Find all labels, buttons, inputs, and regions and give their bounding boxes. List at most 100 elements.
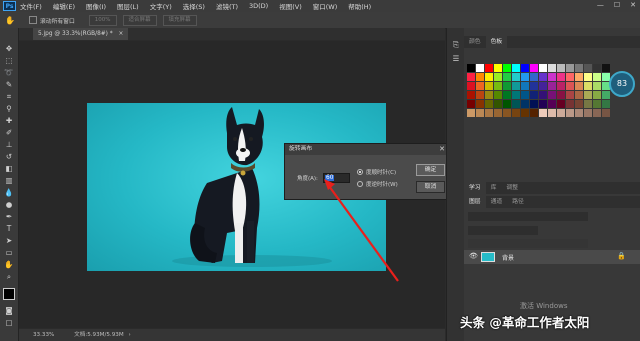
tab-adjustments[interactable]: 调整	[501, 182, 523, 194]
color-swatch[interactable]	[503, 109, 511, 117]
color-swatch[interactable]	[539, 109, 547, 117]
menu-item-file[interactable]: 文件(F)	[20, 1, 42, 11]
color-swatch[interactable]	[539, 82, 547, 90]
color-swatch[interactable]	[584, 100, 592, 108]
document-tab[interactable]: 5.jpg @ 33.3%(RGB/8#) * ×	[33, 28, 129, 40]
color-swatch[interactable]	[557, 91, 565, 99]
color-swatch[interactable]	[521, 91, 529, 99]
maximize-icon[interactable]: ☐	[614, 1, 620, 9]
color-swatch[interactable]	[467, 100, 475, 108]
menu-item-3d[interactable]: 3D(D)	[249, 2, 268, 10]
menu-item-select[interactable]: 选择(S)	[183, 1, 205, 11]
color-swatch[interactable]	[548, 73, 556, 81]
dialog-close-icon[interactable]: ✕	[439, 144, 445, 155]
color-swatch[interactable]	[593, 91, 601, 99]
color-swatch[interactable]	[602, 100, 610, 108]
color-swatch[interactable]	[530, 73, 538, 81]
fit-screen-button[interactable]: 适合屏幕	[122, 14, 157, 26]
status-arrow-icon[interactable]: ›	[128, 332, 130, 338]
color-swatch[interactable]	[485, 82, 493, 90]
color-swatch[interactable]	[476, 73, 484, 81]
zoom-100-button[interactable]: 100%	[88, 14, 117, 26]
color-swatch[interactable]	[512, 82, 520, 90]
color-swatch[interactable]	[521, 100, 529, 108]
color-swatch[interactable]	[593, 109, 601, 117]
color-swatch[interactable]	[566, 82, 574, 90]
tab-layers[interactable]: 图层	[464, 196, 486, 208]
quick-select-tool-icon[interactable]: ✎	[3, 80, 15, 90]
tab-swatches[interactable]: 色板	[485, 36, 508, 48]
color-swatch[interactable]	[503, 73, 511, 81]
color-swatch[interactable]	[530, 109, 538, 117]
screen-mode-icon[interactable]: ▢	[3, 318, 15, 328]
close-tab-icon[interactable]: ×	[119, 31, 124, 37]
tab-learn[interactable]: 学习	[464, 182, 486, 194]
color-swatch[interactable]	[557, 109, 565, 117]
color-swatch[interactable]	[512, 91, 520, 99]
fill-screen-button[interactable]: 填充屏幕	[162, 14, 197, 26]
color-swatch[interactable]	[566, 73, 574, 81]
lasso-tool-icon[interactable]: ➰	[3, 68, 15, 78]
color-swatch[interactable]	[548, 109, 556, 117]
color-swatch[interactable]	[476, 64, 484, 72]
menu-item-edit[interactable]: 编辑(E)	[53, 1, 75, 11]
minimize-icon[interactable]: —	[597, 1, 604, 9]
color-swatch[interactable]	[557, 73, 565, 81]
color-swatch[interactable]	[503, 82, 511, 90]
color-swatch[interactable]	[575, 109, 583, 117]
hand-tool-icon[interactable]: ✋	[3, 260, 15, 270]
visibility-eye-icon[interactable]: 👁	[469, 252, 478, 260]
color-swatch[interactable]	[530, 91, 538, 99]
tab-color[interactable]: 颜色	[464, 36, 486, 48]
path-select-icon[interactable]: ➤	[3, 236, 15, 246]
color-swatch[interactable]	[521, 82, 529, 90]
color-swatch[interactable]	[503, 100, 511, 108]
cancel-button[interactable]: 取消	[416, 181, 445, 193]
color-swatch[interactable]	[530, 82, 538, 90]
color-swatch[interactable]	[494, 82, 502, 90]
color-swatch[interactable]	[584, 73, 592, 81]
color-swatch[interactable]	[485, 109, 493, 117]
color-swatch[interactable]	[485, 73, 493, 81]
color-swatch[interactable]	[584, 91, 592, 99]
color-swatch[interactable]	[467, 73, 475, 81]
color-swatch[interactable]	[575, 82, 583, 90]
color-swatch[interactable]	[521, 109, 529, 117]
history-panel-icon[interactable]: ⎘	[450, 40, 462, 50]
color-swatch[interactable]	[557, 64, 565, 72]
color-swatch[interactable]	[566, 91, 574, 99]
color-swatch[interactable]	[584, 64, 592, 72]
color-swatch[interactable]	[467, 82, 475, 90]
layer-filter-bar[interactable]	[468, 212, 588, 221]
move-tool-icon[interactable]: ✥	[3, 44, 15, 54]
color-swatch[interactable]	[476, 100, 484, 108]
color-swatch[interactable]	[494, 64, 502, 72]
stamp-tool-icon[interactable]: ⊥	[3, 140, 15, 150]
color-swatch[interactable]	[566, 64, 574, 72]
color-swatch[interactable]	[539, 64, 547, 72]
color-swatch[interactable]	[584, 109, 592, 117]
tab-channels[interactable]: 通道	[486, 196, 508, 208]
clockwise-radio[interactable]	[357, 169, 363, 175]
color-swatch[interactable]	[476, 82, 484, 90]
zoom-level[interactable]: 33.33%	[33, 332, 54, 338]
dodge-tool-icon[interactable]: ●	[3, 200, 15, 210]
color-swatch[interactable]	[512, 73, 520, 81]
brush-tool-icon[interactable]: ✐	[3, 128, 15, 138]
menu-item-filter[interactable]: 滤镜(T)	[216, 1, 238, 11]
menu-item-view[interactable]: 视图(V)	[279, 1, 302, 11]
crop-tool-icon[interactable]: ⌗	[3, 92, 15, 102]
zoom-tool-icon[interactable]: ⌕	[3, 272, 15, 282]
healing-brush-icon[interactable]: ✚	[3, 116, 15, 126]
color-swatch[interactable]	[548, 100, 556, 108]
color-swatch[interactable]	[467, 91, 475, 99]
color-swatch[interactable]	[521, 73, 529, 81]
color-swatch[interactable]	[476, 91, 484, 99]
dialog-titlebar[interactable]: 旋转画布	[285, 144, 449, 155]
color-swatch[interactable]	[575, 100, 583, 108]
shape-tool-icon[interactable]: ▭	[3, 248, 15, 258]
color-swatch[interactable]	[557, 100, 565, 108]
color-swatch[interactable]	[494, 109, 502, 117]
counterclockwise-radio[interactable]	[357, 181, 363, 187]
color-swatch[interactable]	[494, 91, 502, 99]
